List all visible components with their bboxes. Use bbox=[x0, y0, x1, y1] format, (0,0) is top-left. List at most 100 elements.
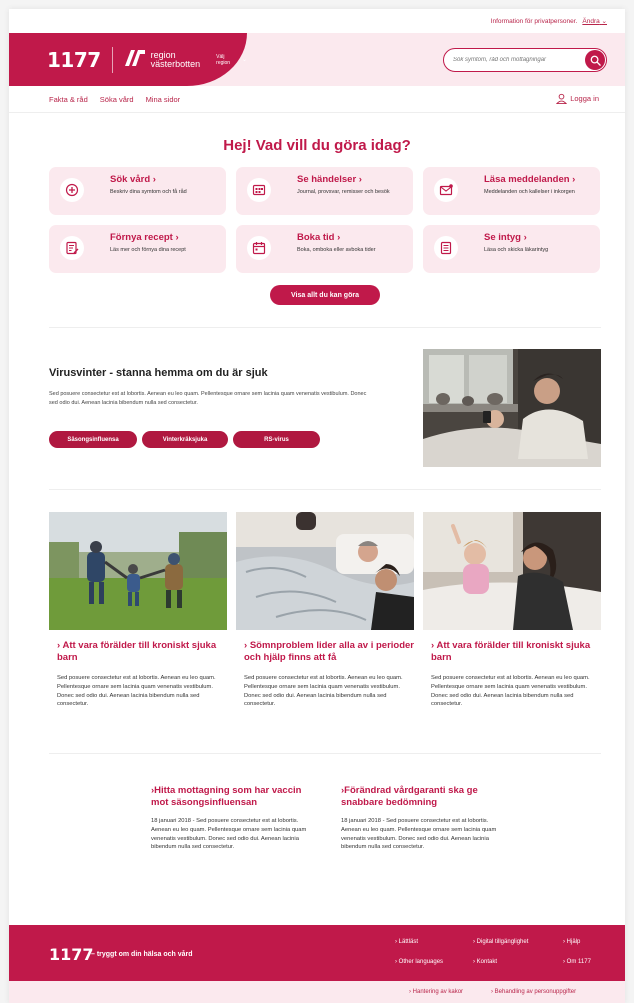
region-name-line2: västerbotten bbox=[150, 58, 201, 69]
article-text: Sed posuere consectetur est at lobortis.… bbox=[57, 675, 216, 708]
virus-photo bbox=[423, 349, 601, 467]
card-lasa-meddelanden[interactable]: Läsa meddelanden › Meddelanden och kalle… bbox=[423, 167, 600, 215]
article-photo bbox=[236, 512, 414, 630]
footer-link-lattlast[interactable]: › Lättläst bbox=[395, 939, 418, 945]
card-title: Se händelser › bbox=[297, 174, 405, 185]
footer-link-kontakt[interactable]: › Kontakt bbox=[473, 959, 497, 965]
card-desc: Meddelanden och kallelser i inkorgen bbox=[484, 189, 575, 195]
card-se-handelser[interactable]: Se händelser › Journal, provsvar, remiss… bbox=[236, 167, 413, 215]
sub-footer: › Hantering av kakor › Behandling av per… bbox=[9, 981, 625, 1003]
card-desc: Beskriv dina symtom och få råd bbox=[110, 189, 187, 195]
footer-tagline: – tryggt om din hälsa och vård bbox=[91, 951, 193, 958]
article-list: › Att vara förälder till kroniskt sjuka … bbox=[49, 512, 601, 709]
search-box bbox=[443, 48, 607, 72]
login-link[interactable]: Logga in bbox=[556, 93, 599, 104]
card-se-intyg[interactable]: Se intyg › Läsa och skicka läkarintyg bbox=[423, 225, 600, 273]
chevron-right-icon: › bbox=[57, 640, 61, 651]
footer-link-other-languages[interactable]: › Other languages bbox=[395, 959, 443, 965]
subfooter-link-kakor[interactable]: › Hantering av kakor bbox=[409, 989, 463, 995]
user-icon bbox=[556, 93, 568, 104]
news-item[interactable]: ›Förändrad vårdgaranti ska ge snabbare b… bbox=[339, 785, 509, 852]
top-bar: Information för privatpersoner. Ändra ⌄ bbox=[9, 9, 625, 33]
tag-rs-virus[interactable]: RS-virus bbox=[233, 431, 320, 448]
calendar-icon bbox=[247, 236, 271, 260]
news-item[interactable]: ›Hitta mottagning som har vaccin mot säs… bbox=[149, 785, 319, 852]
divider bbox=[49, 489, 601, 490]
card-title: Boka tid › bbox=[297, 232, 405, 243]
news-title-text: Hitta mottagning som har vaccin mot säso… bbox=[151, 785, 302, 808]
card-title-text: Se händelser bbox=[297, 174, 357, 185]
article-card[interactable]: › Att vara förälder till kroniskt sjuka … bbox=[423, 512, 601, 709]
footer-link-label: Om 1177 bbox=[566, 959, 591, 965]
card-title-text: Sök vård bbox=[110, 174, 151, 185]
card-title: Förnya recept › bbox=[110, 232, 218, 243]
card-title-text: Läsa meddelanden bbox=[484, 174, 570, 185]
article-photo bbox=[49, 512, 227, 630]
region-logo-text[interactable]: region västerbotten bbox=[150, 50, 201, 69]
chevron-right-icon: › bbox=[572, 174, 576, 185]
envelope-icon bbox=[434, 178, 458, 202]
footer-link-om-1177[interactable]: › Om 1177 bbox=[563, 959, 591, 965]
card-fornya-recept[interactable]: Förnya recept › Läs mer och förnya dina … bbox=[49, 225, 226, 273]
card-desc: Läs mer och förnya dina recept bbox=[110, 247, 186, 253]
footer-link-hjalp[interactable]: › Hjälp bbox=[563, 939, 580, 945]
subfooter-link-label: Hantering av kakor bbox=[412, 989, 464, 995]
news-title: ›Förändrad vårdgaranti ska ge snabbare b… bbox=[339, 785, 509, 809]
chevron-right-icon: › bbox=[337, 232, 341, 243]
card-title: Läsa meddelanden › bbox=[484, 174, 592, 185]
search-button[interactable] bbox=[585, 50, 605, 70]
region-select[interactable]: Välj region ⌄ bbox=[216, 54, 247, 66]
virus-tags: Säsongsinfluensa Vinterkräksjuka RS-viru… bbox=[49, 431, 325, 448]
article-text: Sed posuere consectetur est at lobortis.… bbox=[244, 675, 403, 708]
article-title: › Att vara förälder till kroniskt sjuka … bbox=[423, 640, 601, 664]
card-sok-vard[interactable]: Sök vård › Beskriv dina symtom och få rå… bbox=[49, 167, 226, 215]
article-card[interactable]: › Att vara förälder till kroniskt sjuka … bbox=[49, 512, 227, 709]
nav-item-mina-sidor[interactable]: Mina sidor bbox=[146, 95, 181, 104]
divider bbox=[49, 327, 601, 328]
tag-vinterkraksjuka[interactable]: Vinterkräksjuka bbox=[142, 431, 228, 448]
card-boka-tid[interactable]: Boka tid › Boka, omboka eller avboka tid… bbox=[236, 225, 413, 273]
document-icon bbox=[434, 236, 458, 260]
footer-link-label: Kontakt bbox=[476, 959, 498, 965]
tag-sasongsinfluensa[interactable]: Säsongsinfluensa bbox=[49, 431, 137, 448]
chevron-down-icon: ⌄ bbox=[601, 18, 607, 25]
footer: 1177 – tryggt om din hälsa och vård › Lä… bbox=[9, 925, 625, 981]
news-list: ›Hitta mottagning som har vaccin mot säs… bbox=[149, 785, 519, 852]
footer-link-label: Hjälp bbox=[566, 939, 581, 945]
footer-link-label: Other languages bbox=[398, 959, 444, 965]
change-audience-link[interactable]: Ändra ⌄ bbox=[582, 17, 607, 25]
card-title-text: Förnya recept bbox=[110, 232, 173, 243]
calendar-grid-icon bbox=[247, 178, 271, 202]
footer-link-label: Digital tillgänglighet bbox=[476, 939, 529, 945]
page-title: Hej! Vad vill du göra idag? bbox=[223, 137, 411, 154]
footer-link-digital-tillganglighet[interactable]: › Digital tillgänglighet bbox=[473, 939, 528, 945]
chevron-right-icon: › bbox=[523, 232, 527, 243]
card-title: Sök vård › bbox=[110, 174, 218, 185]
header: 1177 region västerbotten Välj region ⌄ bbox=[9, 33, 625, 86]
chevron-right-icon: › bbox=[152, 174, 156, 185]
region-select-label: Välj region bbox=[216, 53, 231, 66]
news-title-text: Förändrad vårdgaranti ska ge snabbare be… bbox=[341, 785, 478, 808]
article-text: Sed posuere consectetur est at lobortis.… bbox=[431, 675, 590, 708]
card-desc: Boka, omboka eller avboka tider bbox=[297, 247, 376, 253]
main-nav: Fakta & råd Söka vård Mina sidor Logga i… bbox=[9, 86, 625, 113]
show-all-button[interactable]: Visa allt du kan göra bbox=[270, 285, 380, 305]
virus-section-title: Virusvinter - stanna hemma om du är sjuk bbox=[49, 367, 268, 379]
nav-item-soka-vard[interactable]: Söka vård bbox=[100, 95, 134, 104]
audience-info: Information för privatpersoner. bbox=[490, 17, 578, 25]
nav-item-fakta[interactable]: Fakta & råd bbox=[49, 95, 88, 104]
brand-divider bbox=[111, 46, 113, 73]
chevron-down-icon: ⌄ bbox=[241, 57, 247, 63]
article-card[interactable]: › Sömnproblem lider alla av i perioder o… bbox=[236, 512, 414, 709]
card-desc: Journal, provsvar, remisser och besök bbox=[297, 189, 390, 195]
search-icon bbox=[590, 55, 601, 66]
chevron-right-icon: › bbox=[175, 232, 179, 243]
subfooter-link-personuppgifter[interactable]: › Behandling av personuppgifter bbox=[491, 989, 576, 995]
news-text: 18 januari 2018 - Sed posuere consectetu… bbox=[151, 818, 307, 851]
article-title-text: Att vara förälder till kroniskt sjuka ba… bbox=[57, 640, 217, 663]
card-title: Se intyg › bbox=[484, 232, 592, 243]
service-cards: Sök vård › Beskriv dina symtom och få rå… bbox=[49, 167, 601, 273]
chevron-right-icon: › bbox=[358, 174, 362, 185]
search-input[interactable] bbox=[453, 57, 573, 63]
logo-1177[interactable]: 1177 bbox=[47, 48, 101, 72]
